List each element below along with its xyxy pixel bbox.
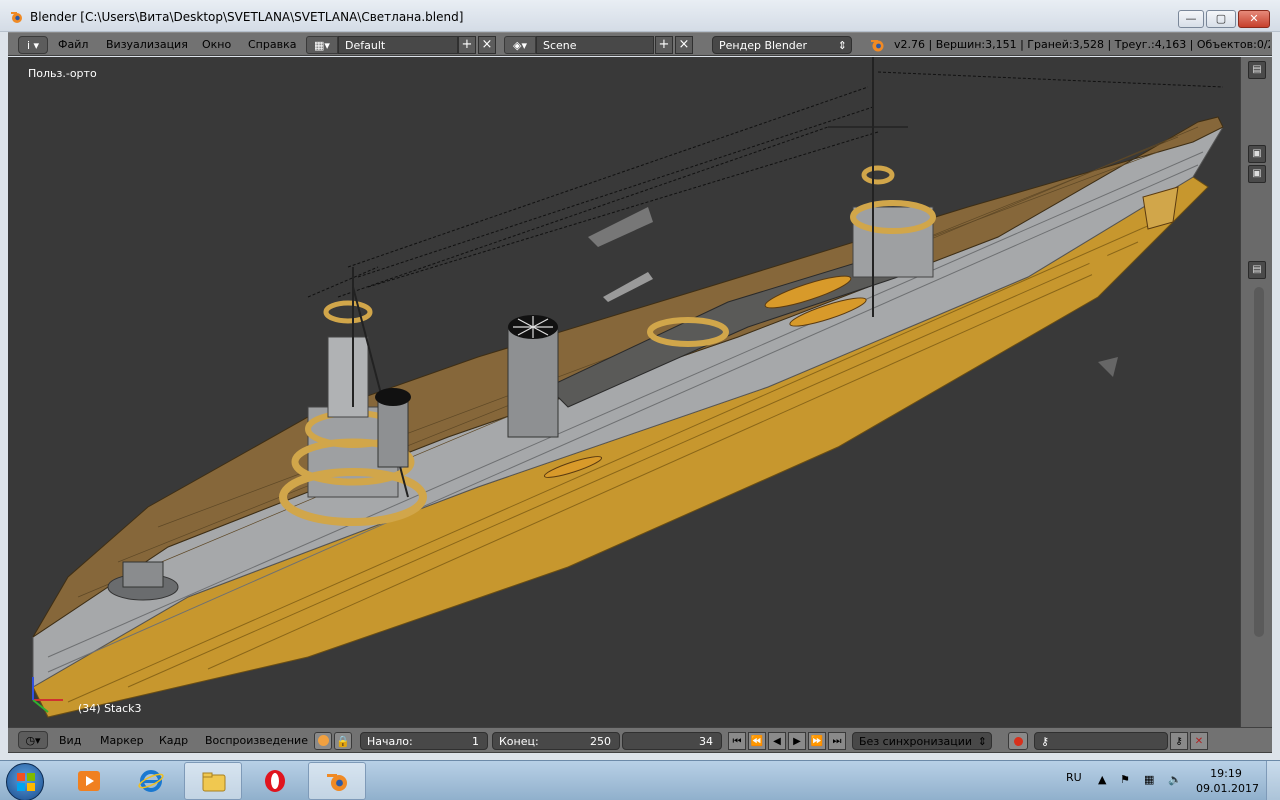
jump-end-icon[interactable]: ⏭ [828, 732, 846, 750]
blender-logo-icon [871, 40, 884, 52]
internet-explorer-icon [138, 770, 164, 792]
taskbar-blender[interactable] [308, 762, 366, 800]
menu-file[interactable]: Файл [58, 36, 88, 54]
properties-tab-icon[interactable]: ▤ [1248, 61, 1266, 79]
jump-keyframe-back-icon[interactable]: ⏪ [748, 732, 766, 750]
folder-icon [202, 772, 226, 792]
render-engine-label: Рендер Blender [719, 39, 808, 52]
close-button[interactable]: ✕ [1238, 10, 1270, 28]
opera-icon [265, 770, 285, 792]
properties-strip: ▤ ▣ ▣ ▤ [1240, 57, 1272, 727]
keying-set-field[interactable]: ⚷ [1034, 732, 1168, 750]
frame-end-field[interactable]: Конец: 250 [492, 732, 620, 750]
vertical-scrollbar[interactable] [1254, 287, 1264, 637]
sync-mode-select[interactable]: Без синхронизации ⇕ [852, 732, 992, 750]
show-desktop-button[interactable] [1266, 761, 1280, 800]
frame-start-field[interactable]: Начало: 1 [360, 732, 488, 750]
clock-time: 19:19 [1210, 767, 1242, 780]
camera-icon[interactable]: ▣ [1248, 165, 1266, 183]
jump-start-icon[interactable]: ⏮ [728, 732, 746, 750]
frame-start-value: 1 [472, 735, 479, 748]
delete-keyframe-icon[interactable]: ✕ [1190, 732, 1208, 750]
3d-viewport[interactable]: Польз.-орто (34) Stack3 [8, 57, 1240, 727]
record-dot-icon [1014, 737, 1023, 746]
timeline-header: ◷▾ Вид Маркер Кадр Воспроизведение 🔒 Нач… [8, 727, 1272, 753]
current-frame-field[interactable]: 34 [622, 732, 722, 750]
render-engine-select[interactable]: Рендер Blender ⇕ [712, 36, 852, 54]
maximize-button[interactable]: ▢ [1206, 10, 1236, 28]
add-layout-icon[interactable]: + [458, 36, 476, 54]
screen-layout-field[interactable]: Default [338, 36, 458, 54]
scene-icon-button[interactable]: ◈▾ [504, 36, 536, 54]
scene-field[interactable]: Scene [536, 36, 654, 54]
lock-icon[interactable]: 🔒 [334, 732, 352, 750]
timeline-menu-frame[interactable]: Кадр [159, 732, 188, 750]
editor-type-button[interactable]: i ▾ [18, 36, 48, 54]
timeline-menu-view[interactable]: Вид [59, 732, 81, 750]
timeline-menu-playback[interactable]: Воспроизведение [205, 732, 308, 750]
info-icon: i [26, 39, 31, 52]
start-button[interactable] [6, 763, 44, 800]
menu-window[interactable]: Окно [202, 36, 231, 54]
system-clock[interactable]: 19:19 09.01.2017 [1196, 766, 1259, 796]
sync-dropdown-arrows-icon: ⇕ [977, 735, 987, 748]
view-mode-label: Польз.-орто [28, 67, 97, 80]
add-scene-icon[interactable]: + [655, 36, 673, 54]
media-player-icon [78, 771, 100, 791]
tool-tab-icon[interactable]: ▤ [1248, 261, 1266, 279]
show-hidden-icons-icon[interactable]: ▲ [1098, 773, 1112, 787]
play-icon[interactable]: ▶ [788, 732, 806, 750]
blender-app-icon [11, 12, 22, 23]
insert-keyframe-icon[interactable]: ⚷ [1170, 732, 1188, 750]
clock-date: 09.01.2017 [1196, 782, 1259, 795]
key-icon: ⚷ [1041, 735, 1050, 748]
current-frame-value: 34 [699, 735, 713, 748]
window-title: Blender [C:\Users\Вита\Desktop\SVETLANA\… [30, 10, 464, 24]
volume-icon[interactable]: 🔈 [1168, 773, 1182, 787]
action-center-flag-icon[interactable]: ⚑ [1120, 773, 1134, 787]
timeline-menu-marker[interactable]: Маркер [100, 732, 144, 750]
jump-keyframe-forward-icon[interactable]: ⏩ [808, 732, 826, 750]
scene-statistics: v2.76 | Вершин:3,151 | Граней:3,528 | Тр… [894, 38, 1270, 51]
taskbar-media-player[interactable] [60, 762, 118, 800]
frame-end-value: 250 [590, 735, 611, 748]
ship-model-render [32, 57, 1224, 718]
blender-taskbar-icon [327, 774, 347, 791]
window-titlebar: Blender [C:\Users\Вита\Desktop\SVETLANA\… [0, 0, 1280, 32]
sync-mode-label: Без синхронизации [859, 735, 972, 748]
frame-end-label: Конец: [499, 735, 539, 748]
render-layer-icon[interactable]: ▣ [1248, 145, 1266, 163]
remove-layout-icon[interactable]: × [478, 36, 496, 54]
info-header: i ▾ Файл Визуализация Окно Справка ▦▾ De… [8, 32, 1272, 56]
screen-layout-icon-button[interactable]: ▦▾ [306, 36, 338, 54]
remove-scene-icon[interactable]: × [675, 36, 693, 54]
windows-logo-icon [17, 773, 35, 791]
menu-help[interactable]: Справка [248, 36, 296, 54]
language-indicator[interactable]: RU [1066, 771, 1082, 800]
network-icon[interactable]: ▦ [1144, 773, 1158, 787]
minimize-button[interactable]: — [1178, 10, 1204, 28]
taskbar-internet-explorer[interactable] [122, 762, 180, 800]
timeline-editor-type-button[interactable]: ◷▾ [18, 731, 48, 749]
taskbar: RU ▲ ⚑ ▦ 🔈 19:19 09.01.2017 [0, 760, 1280, 800]
taskbar-opera[interactable] [246, 762, 304, 800]
active-object-label: (34) Stack3 [78, 702, 142, 715]
menu-render[interactable]: Визуализация [106, 36, 188, 54]
taskbar-explorer[interactable] [184, 762, 242, 800]
record-button[interactable] [1008, 732, 1028, 750]
preview-range-icon[interactable] [314, 732, 332, 750]
play-reverse-icon[interactable]: ◀ [768, 732, 786, 750]
dropdown-arrows-icon: ⇕ [837, 39, 847, 52]
frame-start-label: Начало: [367, 735, 413, 748]
